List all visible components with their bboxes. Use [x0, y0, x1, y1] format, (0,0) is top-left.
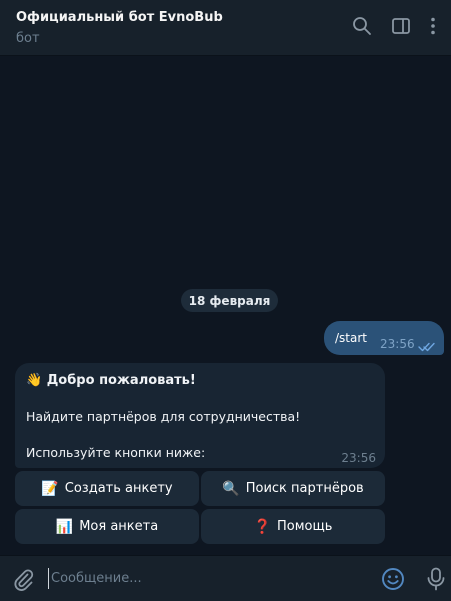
greeting-line: 👋 Добро пожаловать! [26, 373, 196, 388]
help-button[interactable]: ❓ Помощь [201, 509, 385, 544]
emoji-icon[interactable] [381, 567, 405, 595]
message-composer [0, 555, 451, 601]
search-icon[interactable] [352, 16, 374, 38]
date-divider: 18 февраля [181, 289, 278, 312]
search-partners-button[interactable]: 🔍 Поиск партнёров [201, 471, 385, 506]
text-cursor [48, 568, 49, 589]
message-input[interactable] [51, 565, 371, 592]
my-profile-button[interactable]: 📊 Моя анкета [15, 509, 199, 544]
create-profile-button[interactable]: 📝 Создать анкету [15, 471, 199, 506]
microphone-icon[interactable] [426, 567, 446, 595]
incoming-message-time: 23:56 [341, 451, 376, 465]
greeting-text: Добро пожаловать! [46, 373, 196, 388]
my-profile-label: Моя анкета [79, 519, 159, 534]
search-partners-label: Поиск партнёров [245, 481, 364, 496]
incoming-message[interactable]: 👋 Добро пожаловать! Найдите партнёров дл… [15, 363, 385, 468]
paperclip-icon[interactable] [12, 567, 34, 595]
create-profile-label: Создать анкету [64, 481, 173, 496]
magnifier-icon: 🔍 [222, 480, 240, 497]
chat-header: Официальный бот EvnoBub бот [0, 0, 451, 56]
outgoing-message[interactable]: /start 23:56 [324, 321, 444, 355]
memo-icon: 📝 [41, 480, 59, 497]
more-vertical-icon[interactable] [426, 16, 440, 38]
outgoing-message-text: /start [335, 331, 367, 345]
help-label: Помощь [277, 519, 333, 534]
waving-hand-emoji: 👋 [26, 373, 43, 388]
double-check-icon [418, 337, 436, 356]
question-mark-icon: ❓ [253, 518, 272, 535]
chat-subtitle: бот [16, 31, 40, 46]
sidebar-toggle-icon[interactable] [391, 16, 413, 38]
outgoing-message-time: 23:56 [380, 337, 415, 351]
message-line-3: Используйте кнопки ниже: [26, 445, 206, 460]
chat-title[interactable]: Официальный бот EvnoBub [16, 10, 223, 25]
bar-chart-icon: 📊 [55, 518, 74, 535]
message-line-2: Найдите партнёров для сотрудничества! [26, 409, 301, 424]
